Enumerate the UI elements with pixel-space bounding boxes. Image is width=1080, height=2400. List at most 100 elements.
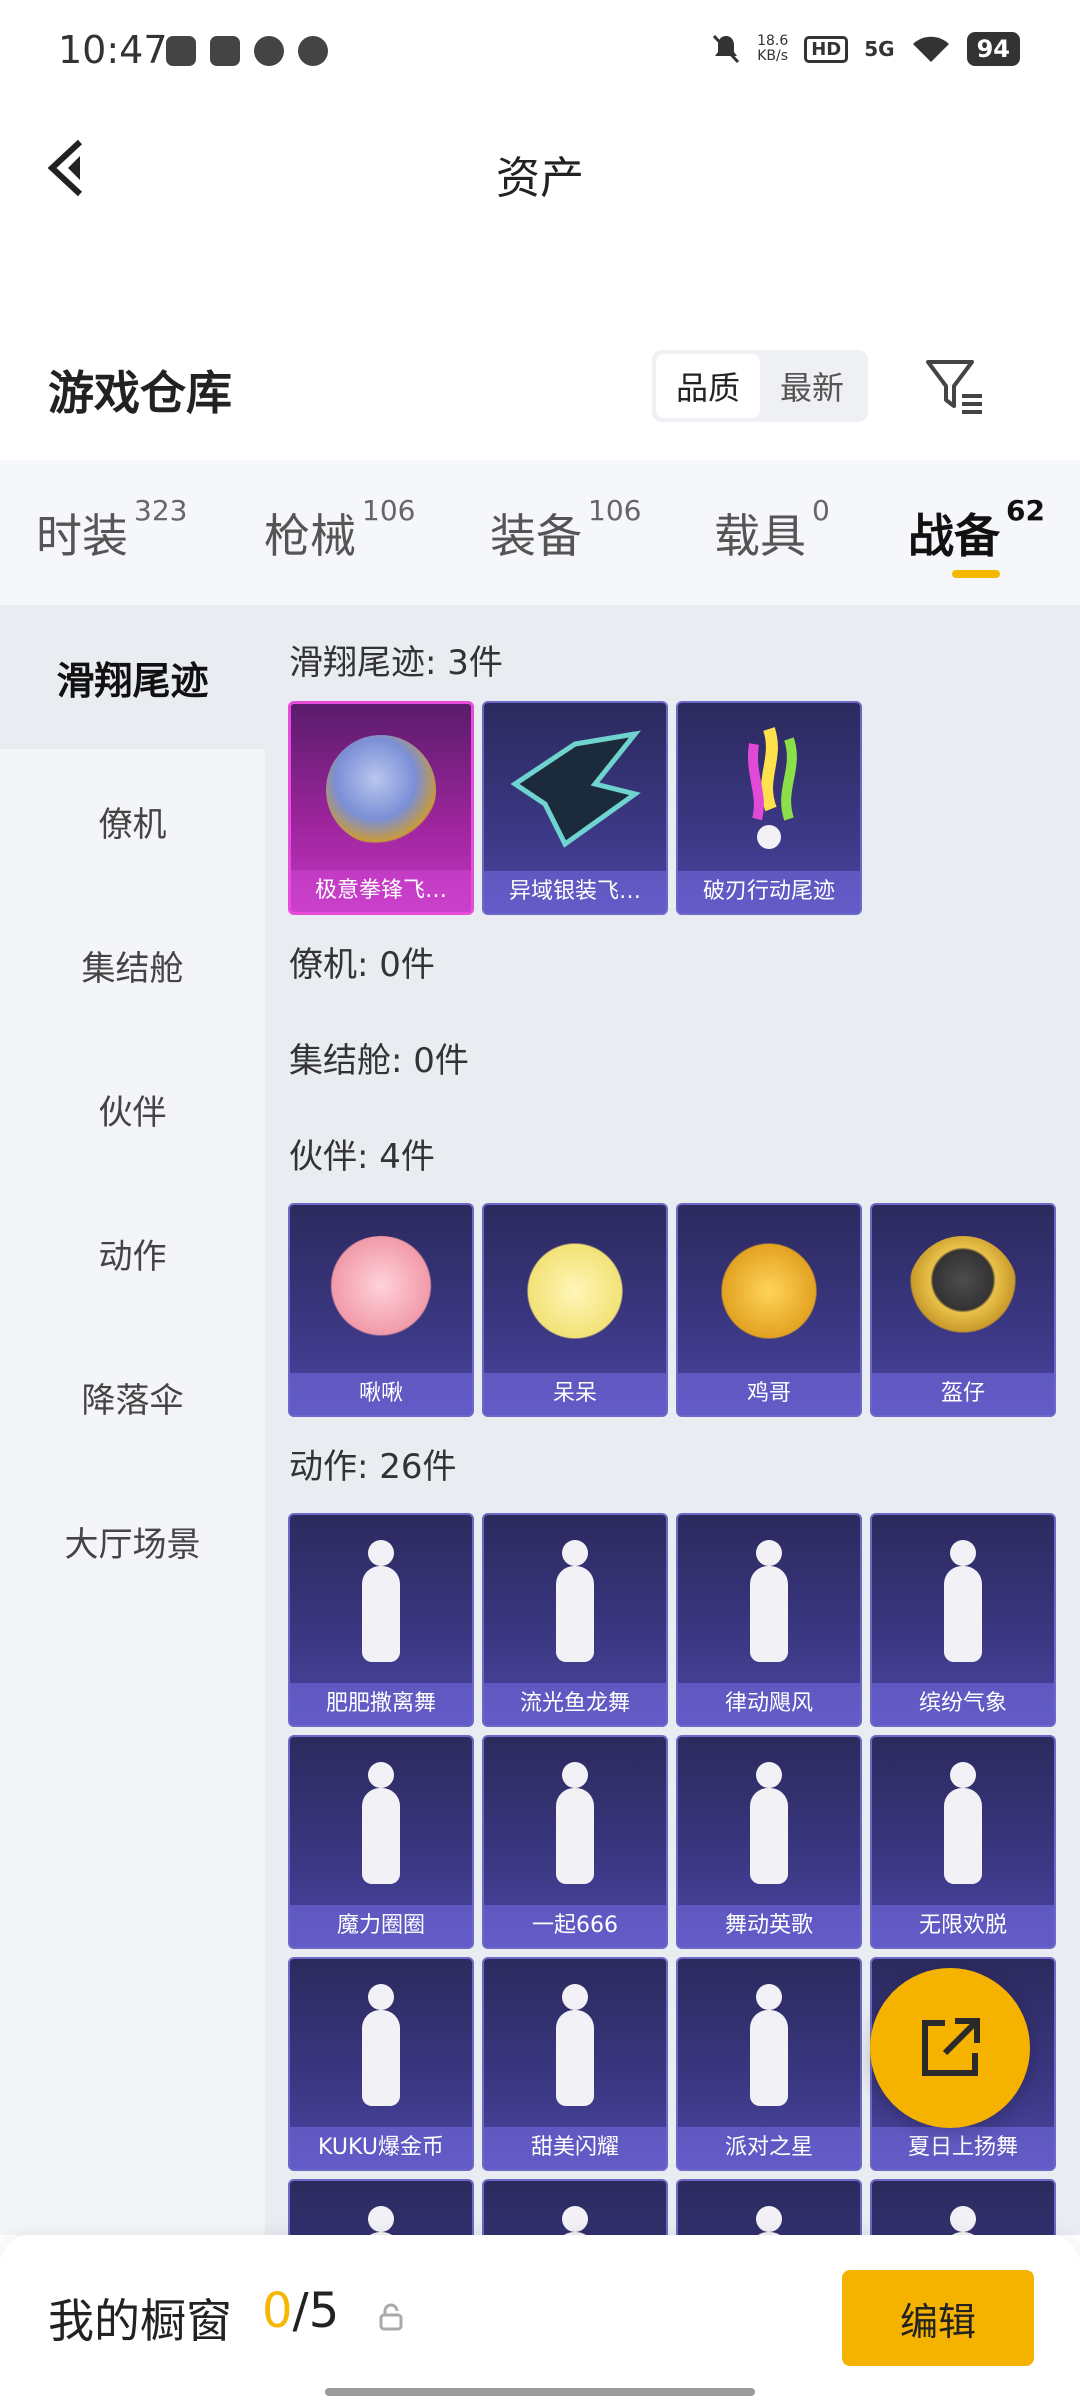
item-card[interactable]: [870, 2179, 1056, 2235]
sidebar-item-parachute[interactable]: 降落伞: [0, 1325, 265, 1469]
emote-figure: [540, 1758, 610, 1888]
wifi-icon: [912, 36, 949, 62]
item-name: 律动飓风: [678, 1683, 860, 1725]
item-card[interactable]: 破刃行动尾迹: [676, 701, 862, 915]
item-card[interactable]: 鸡哥: [676, 1203, 862, 1417]
tab-combat-supplies[interactable]: 战备 62: [908, 494, 1045, 566]
emote-figure: [928, 1536, 998, 1666]
tab-label: 战备: [908, 509, 1000, 563]
sidebar-item-lobby-scene[interactable]: 大厅场景: [0, 1469, 265, 1613]
tab-fashion[interactable]: 时装 323: [36, 494, 187, 566]
edit-button[interactable]: 编辑: [842, 2270, 1034, 2366]
sidebar-item-wingman[interactable]: 僚机: [0, 749, 265, 893]
showcase-bar: 我的橱窗 0/5 编辑: [0, 2235, 1080, 2400]
app-notification-icon: [210, 36, 240, 66]
item-image: [872, 2181, 1054, 2235]
emote-figure: [928, 1758, 998, 1888]
notification-icons: [166, 36, 328, 66]
share-button[interactable]: [870, 1968, 1030, 2128]
net-speed: 18.6 KB/s: [757, 34, 788, 64]
emote-figure: [346, 1980, 416, 2110]
tab-label: 时装: [36, 509, 128, 563]
item-image: [872, 1515, 1054, 1687]
sidebar-item-rally-pod[interactable]: 集结舱: [0, 893, 265, 1037]
item-image: [678, 1959, 860, 2131]
item-image: [872, 1737, 1054, 1909]
item-image: [484, 703, 666, 875]
item-card[interactable]: [288, 2179, 474, 2235]
tab-count: 62: [1006, 494, 1045, 527]
item-card[interactable]: [676, 2179, 862, 2235]
app-notification-icon-2: [254, 36, 284, 66]
item-card[interactable]: 啾啾: [288, 1203, 474, 1417]
item-name: 盔仔: [872, 1373, 1054, 1415]
emote-figure: [540, 1536, 610, 1666]
item-image: [290, 1515, 472, 1687]
item-name: 流光鱼龙舞: [484, 1683, 666, 1725]
tab-label: 枪械: [264, 509, 356, 563]
showcase-used: 0: [262, 2283, 293, 2339]
home-indicator[interactable]: [325, 2388, 755, 2396]
share-external-icon: [922, 2018, 980, 2076]
item-card[interactable]: KUKU爆金币: [288, 1957, 474, 2171]
message-icon: [298, 36, 328, 66]
trail-smoke-art: [748, 727, 797, 849]
item-name: 破刃行动尾迹: [678, 871, 860, 913]
filter-icon[interactable]: [924, 356, 986, 416]
group-label-partner: 伙伴: 4件: [289, 1137, 435, 1177]
group-label-wingman: 僚机: 0件: [289, 945, 435, 985]
emote-figure: [734, 1980, 804, 2110]
sort-newest-option[interactable]: 最新: [760, 354, 864, 418]
sidebar-item-emote[interactable]: 动作: [0, 1181, 265, 1325]
app-header: 资产: [0, 108, 1080, 228]
item-card[interactable]: 肥肥撒离舞: [288, 1513, 474, 1727]
item-card[interactable]: 异域银装飞…: [482, 701, 668, 915]
network-type: 5G: [864, 37, 895, 61]
subcategory-sidebar: 滑翔尾迹 僚机 集结舱 伙伴 动作 降落伞 大厅场景: [0, 605, 265, 2235]
item-image: [484, 1515, 666, 1687]
item-name: 异域银装飞…: [484, 871, 666, 913]
item-card[interactable]: 律动飓风: [676, 1513, 862, 1727]
item-card[interactable]: 一起666: [482, 1735, 668, 1949]
item-card[interactable]: 流光鱼龙舞: [482, 1513, 668, 1727]
item-card[interactable]: 魔力圈圈: [288, 1735, 474, 1949]
showcase-label: 我的橱窗: [48, 2294, 232, 2348]
tab-guns[interactable]: 枪械 106: [264, 494, 415, 566]
hd-badge: HD: [804, 35, 849, 63]
group-label-rally-pod: 集结舱: 0件: [289, 1041, 469, 1081]
tab-vehicles[interactable]: 载具 0: [714, 494, 830, 566]
section-title: 游戏仓库: [48, 366, 232, 420]
item-name: 缤纷气象: [872, 1683, 1054, 1725]
item-card[interactable]: 盔仔: [870, 1203, 1056, 1417]
item-image: [678, 703, 860, 875]
sidebar-item-partner[interactable]: 伙伴: [0, 1037, 265, 1181]
item-card[interactable]: 缤纷气象: [870, 1513, 1056, 1727]
item-name: 无限欢脱: [872, 1905, 1054, 1947]
item-card[interactable]: 呆呆: [482, 1203, 668, 1417]
sort-toggle: 品质 最新: [652, 350, 868, 422]
tab-equipment[interactable]: 装备 106: [490, 494, 641, 566]
item-image: [290, 1737, 472, 1909]
item-card[interactable]: 极意拳锋飞…: [288, 701, 474, 915]
tab-label: 装备: [490, 509, 582, 563]
item-image: [484, 1959, 666, 2131]
item-card[interactable]: 甜美闪耀: [482, 1957, 668, 2171]
showcase-total: /5: [292, 2283, 340, 2339]
tab-count: 106: [362, 494, 416, 527]
tab-count: 0: [812, 494, 830, 527]
sort-quality-option[interactable]: 品质: [656, 354, 760, 418]
item-name: 甜美闪耀: [484, 2127, 666, 2169]
item-card[interactable]: 派对之星: [676, 1957, 862, 2171]
item-card[interactable]: 无限欢脱: [870, 1735, 1056, 1949]
item-image: [678, 2181, 860, 2235]
item-card[interactable]: [482, 2179, 668, 2235]
lock-icon: [379, 2303, 403, 2331]
item-card[interactable]: 舞动英歌: [676, 1735, 862, 1949]
item-image: [290, 2181, 472, 2235]
emote-figure: [346, 1758, 416, 1888]
sidebar-item-glide-trail[interactable]: 滑翔尾迹: [0, 605, 265, 749]
trail-wing-art: [510, 730, 642, 848]
tab-count: 106: [588, 494, 642, 527]
item-name: 一起666: [484, 1905, 666, 1947]
item-image: [678, 1515, 860, 1687]
